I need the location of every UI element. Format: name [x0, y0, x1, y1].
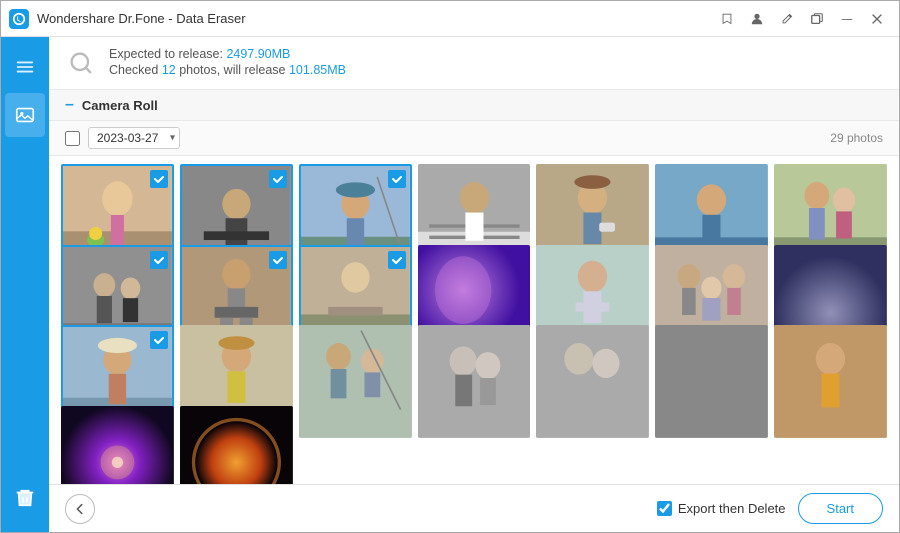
check-badge [269, 251, 287, 269]
photo-item[interactable] [655, 325, 768, 438]
app-window: Wondershare Dr.Fone - Data Eraser [0, 0, 900, 533]
check-badge [269, 170, 287, 188]
check-badge [150, 170, 168, 188]
photo-item[interactable] [299, 325, 412, 438]
date-bar: 2023-03-27 29 photos [49, 121, 899, 156]
section-title: Camera Roll [82, 98, 158, 113]
date-select-wrap: 2023-03-27 [88, 127, 180, 149]
date-left: 2023-03-27 [65, 127, 180, 149]
titlebar: Wondershare Dr.Fone - Data Eraser [1, 1, 899, 37]
sidebar [1, 37, 49, 532]
close-btn[interactable] [863, 5, 891, 33]
bookmark-btn[interactable] [713, 5, 741, 33]
photo-item[interactable] [418, 325, 531, 438]
photo-item[interactable] [180, 406, 293, 485]
user-btn[interactable] [743, 5, 771, 33]
photo-grid [49, 156, 899, 484]
minimize-btn[interactable] [833, 5, 861, 33]
search-icon [65, 47, 97, 79]
section-header: – Camera Roll [49, 90, 899, 121]
sidebar-item-erase[interactable] [5, 476, 45, 520]
bottom-bar: Export then Delete Start [49, 484, 899, 532]
content-area: Expected to release: 2497.90MB Checked 1… [49, 37, 899, 532]
export-label: Export then Delete [678, 501, 786, 516]
photo-item[interactable] [536, 325, 649, 438]
window-controls [713, 5, 891, 33]
date-checkbox[interactable] [65, 131, 80, 146]
back-button[interactable] [65, 494, 95, 524]
info-line-2: Checked 12 photos, will release 101.85MB [109, 63, 346, 77]
section-collapse-icon[interactable]: – [65, 96, 74, 114]
edit-btn[interactable] [773, 5, 801, 33]
check-badge [150, 331, 168, 349]
photo-item[interactable] [774, 325, 887, 438]
app-icon [9, 9, 29, 29]
info-text: Expected to release: 2497.90MB Checked 1… [109, 47, 346, 77]
check-badge [388, 251, 406, 269]
date-select[interactable]: 2023-03-27 [88, 127, 180, 149]
export-option: Export then Delete [657, 501, 786, 516]
sidebar-item-home[interactable] [5, 45, 45, 89]
photo-item[interactable] [61, 406, 174, 485]
restore-btn[interactable] [803, 5, 831, 33]
sidebar-item-photos[interactable] [5, 93, 45, 137]
app-title: Wondershare Dr.Fone - Data Eraser [37, 11, 713, 26]
photo-count: 29 photos [830, 131, 883, 145]
export-checkbox[interactable] [657, 501, 672, 516]
check-badge [388, 170, 406, 188]
main-layout: Expected to release: 2497.90MB Checked 1… [1, 37, 899, 532]
check-badge [150, 251, 168, 269]
info-line-1: Expected to release: 2497.90MB [109, 47, 346, 61]
info-bar: Expected to release: 2497.90MB Checked 1… [49, 37, 899, 90]
start-button[interactable]: Start [798, 493, 883, 524]
